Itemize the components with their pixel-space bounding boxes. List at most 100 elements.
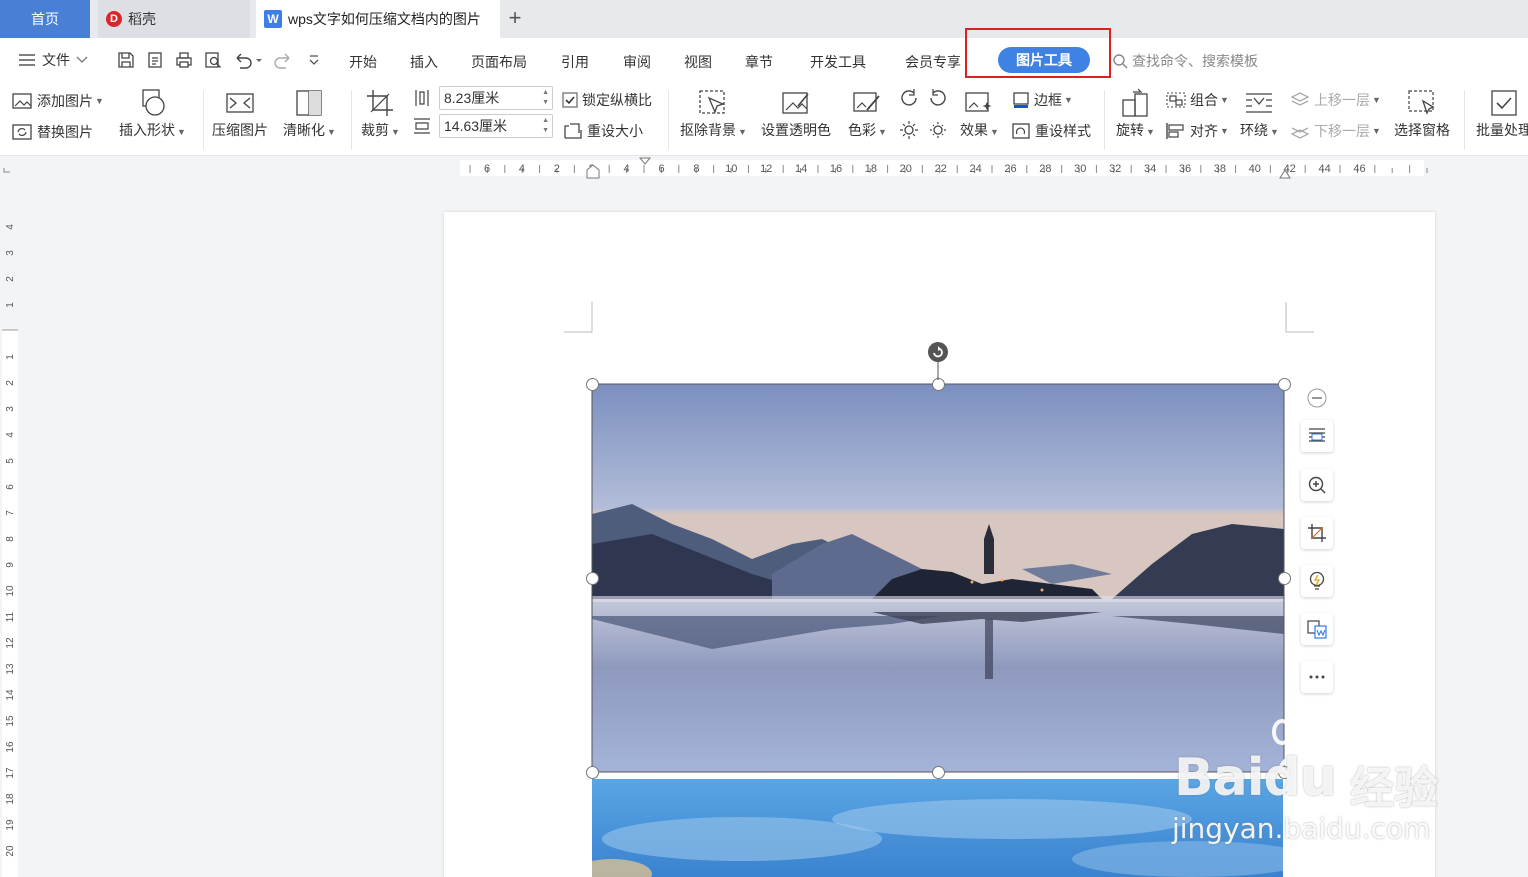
caret-down-icon: ▼ [391,127,400,137]
crop-button[interactable]: 裁剪 ▼ [361,88,400,140]
brightness-increase-icon[interactable] [899,88,919,108]
menu-insert[interactable]: 插入 [410,52,438,72]
undo-icon[interactable] [232,50,262,70]
menu-review[interactable]: 审阅 [623,52,651,72]
menu-chapter[interactable]: 章节 [745,52,773,72]
menu-member[interactable]: 会员专享 [905,52,961,72]
batch-process-button[interactable]: 批量处理 [1476,88,1528,140]
bring-forward-label: 上移一层 [1314,92,1370,108]
resize-handle-right[interactable] [1278,572,1291,585]
tab-document[interactable]: W wps文字如何压缩文档内的图片 [256,0,500,38]
watermark-brand: Baidu [1174,748,1337,808]
separator [203,90,204,150]
wrap-text-label: 环绕 [1240,122,1268,138]
resize-handle-top-right[interactable] [1278,378,1291,391]
crop-float-button[interactable] [1301,517,1333,549]
reset-style-button[interactable]: 重设样式 [1011,121,1091,141]
height-spinner-icon[interactable]: ▲ ▼ [542,88,549,108]
width-spinner-icon[interactable]: ▲ ▼ [542,116,549,136]
send-backward-label: 下移一层 [1314,123,1370,139]
group-button[interactable]: 组合 ▼ [1165,90,1229,110]
selection-pane-button[interactable]: 选择窗格 [1394,88,1450,140]
daoke-logo-icon: D [106,11,122,27]
redo-icon[interactable] [272,50,302,70]
ruler-label: 2 [554,163,560,175]
menu-developer[interactable]: 开发工具 [810,52,866,72]
caret-down-icon: ▼ [878,127,887,137]
effects-button[interactable]: 效果 ▼ [960,88,999,140]
save-icon[interactable] [116,50,136,70]
send-backward-icon [1290,127,1310,139]
tab-bar: 首页 D 稻壳 W wps文字如何压缩文档内的图片 + [0,0,1528,38]
compress-picture-button[interactable]: 压缩图片 [212,88,268,140]
new-tab-button[interactable]: + [504,6,526,30]
add-picture-button[interactable]: 添加图片 ▼ [12,91,104,111]
export-pdf-icon[interactable] [145,50,165,70]
replace-picture-button[interactable]: 替换图片 [12,122,93,142]
smart-suggest-button[interactable] [1301,565,1333,597]
reset-style-icon [1012,123,1030,139]
layout-options-button[interactable] [1301,420,1333,452]
vertical-ruler-label: 11 [5,611,16,622]
send-backward-button[interactable]: 下移一层 ▼ [1290,121,1381,141]
rotate-button[interactable]: 旋转 ▼ [1116,88,1155,140]
brightness-decrease-icon[interactable] [928,88,948,108]
tab-daoke[interactable]: D 稻壳 [98,0,250,38]
compress-icon [226,93,254,113]
ruler-label: 32 [1109,163,1121,175]
ruler-label: 8 [693,163,699,175]
set-transparent-color-button[interactable]: 设置透明色 [761,88,831,140]
watermark-url: jingyan.baidu.com [1172,812,1431,845]
tab-home[interactable]: 首页 [0,0,90,38]
checkbox-checked-icon [562,92,578,108]
menu-view[interactable]: 视图 [684,52,712,72]
lightbulb-icon [1309,571,1325,590]
color-button[interactable]: 色彩 ▼ [848,88,887,140]
reset-size-button[interactable]: 重设大小 [563,121,643,141]
bring-forward-icon [1290,92,1310,106]
wrap-text-button[interactable]: 环绕 ▼ [1240,88,1279,140]
hamburger-icon [19,54,35,66]
caret-down-icon: ▼ [738,127,747,137]
file-menu-button[interactable]: 文件 [18,50,88,70]
resize-handle-left[interactable] [586,572,599,585]
align-label: 对齐 [1190,123,1218,139]
menu-start[interactable]: 开始 [349,52,377,72]
border-label: 边框 [1034,92,1062,108]
zoom-in-button[interactable] [1301,469,1333,501]
quick-access-more-icon[interactable] [304,50,324,70]
bring-forward-button[interactable]: 上移一层 ▼ [1290,90,1381,110]
horizontal-ruler[interactable]: 6422468101214161820222426283032343638404… [0,156,1528,180]
effects-icon [965,92,992,112]
remove-background-button[interactable]: 抠除背景 ▼ [680,88,747,140]
resize-handle-bottom[interactable] [932,766,945,779]
ruler-scale: 6422468101214161820222426283032343638404… [3,157,1428,179]
rotate-handle[interactable] [927,341,949,363]
width-input[interactable]: 14.63厘米 ▲ ▼ [439,114,553,138]
resize-handle-bottom-left[interactable] [586,766,599,779]
ruler-label: 14 [795,163,807,175]
contrast-decrease-icon[interactable] [928,120,948,140]
menu-references[interactable]: 引用 [561,52,589,72]
border-button[interactable]: 边框 ▼ [1012,90,1073,110]
resize-handle-top-left[interactable] [586,378,599,391]
sharpen-button[interactable]: 清晰化 ▼ [283,88,336,140]
image-to-text-button[interactable] [1301,613,1333,645]
height-input[interactable]: 8.23厘米 ▲ ▼ [439,86,553,110]
vertical-ruler-label: 2 [5,276,16,282]
vertical-ruler[interactable]: 4 3 2 1 1 2 3 4 5 6 7 8 9 10 11 12 13 14 15 16 17 18 19 20 [0,180,20,877]
more-options-button[interactable] [1301,661,1333,693]
print-preview-icon[interactable] [203,50,223,70]
contrast-increase-icon[interactable] [899,120,919,140]
ruler-label: 18 [865,163,877,175]
sharpen-icon [296,90,323,116]
collapse-minus-icon[interactable] [1306,387,1328,409]
align-button[interactable]: 对齐 ▼ [1165,121,1229,141]
width-value: 14.63厘米 [444,118,508,134]
menu-page-layout[interactable]: 页面布局 [471,52,527,72]
batch-process-label: 批量处理 [1476,122,1528,138]
print-icon[interactable] [174,50,194,70]
command-search[interactable]: 查找命令、搜索模板 [1112,51,1258,71]
lock-aspect-ratio-checkbox[interactable]: 锁定纵横比 [562,90,652,110]
insert-shape-button[interactable]: 插入形状 ▼ [119,88,186,140]
